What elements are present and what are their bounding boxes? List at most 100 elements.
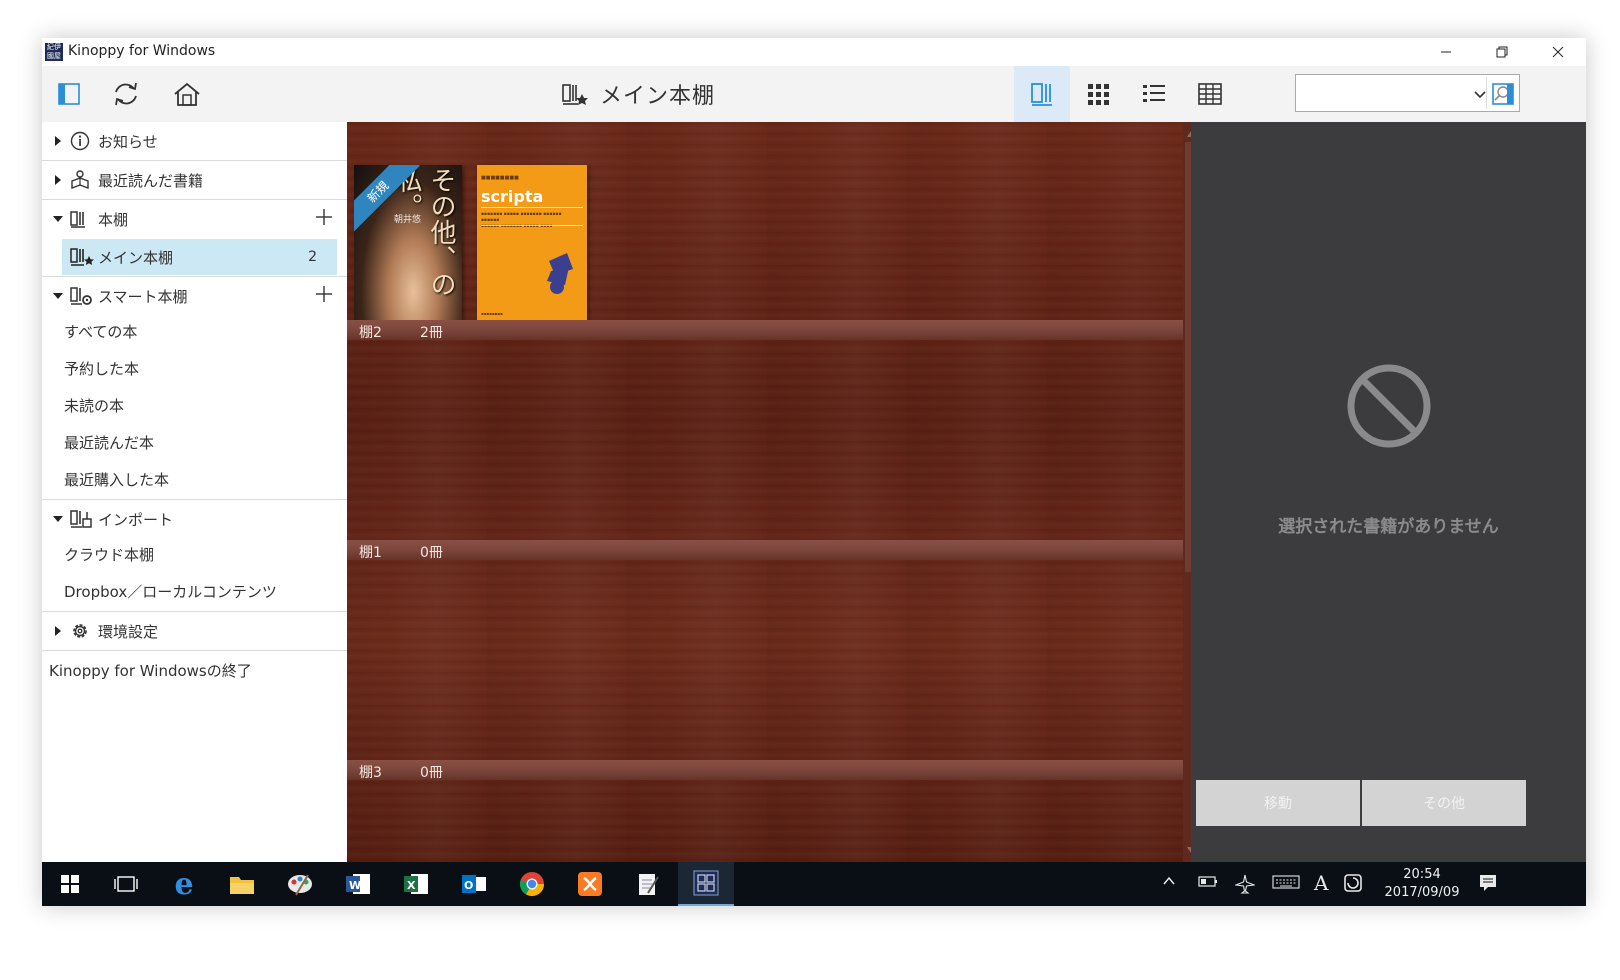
xampp-icon [578, 872, 602, 896]
shelf-star-icon [70, 247, 94, 267]
svg-text:O: O [464, 879, 473, 892]
sidebar-item-reserved-books[interactable]: 予約した本 [64, 350, 347, 386]
sidebar-item-dropbox-local[interactable]: Dropbox／ローカルコンテンツ [64, 573, 347, 609]
left-panel-icon [58, 83, 80, 105]
book-detail-panel: 選択された書籍がありません 移動 その他 [1191, 122, 1586, 862]
table-view-button[interactable] [1182, 66, 1238, 122]
paint-palette-icon [288, 874, 312, 896]
sidebar-item-label: Kinoppy for Windowsの終了 [49, 661, 252, 680]
notepad-icon [639, 874, 659, 895]
other-button[interactable]: その他 [1362, 780, 1526, 826]
grid-view-button[interactable] [1070, 66, 1126, 122]
shelf-plank [347, 760, 1183, 780]
keyboard-icon[interactable] [1272, 874, 1300, 894]
bookshelf-area: その他、の私。 朝井悠 新規 ■■■■■■■■ scripta ▪▪▪▪▪▪▪ … [347, 122, 1202, 862]
sidebar-item-label: インポート [98, 510, 174, 529]
sidebar-item-all-books[interactable]: すべての本 [64, 313, 347, 349]
svg-text:W: W [349, 879, 361, 892]
sidebar-item-unread-books[interactable]: 未読の本 [64, 387, 347, 423]
sidebar-item-main-shelf[interactable]: メイン本棚 2 [62, 239, 337, 275]
sync-button[interactable] [105, 74, 147, 114]
book-cover[interactable]: ■■■■■■■■ scripta ▪▪▪▪▪▪▪ ▪▪▪▪▪ ▪▪▪▪▪▪▪ ▪… [477, 165, 587, 320]
move-button[interactable]: 移動 [1196, 780, 1360, 826]
sidebar-item-settings[interactable]: 環境設定 [42, 612, 347, 650]
close-button[interactable] [1530, 38, 1586, 66]
battery-icon[interactable] [1198, 874, 1218, 892]
toggle-detail-panel-button[interactable] [1482, 74, 1524, 114]
add-smart-shelf-button[interactable] [315, 285, 333, 307]
taskbar-app-file-explorer[interactable] [214, 862, 270, 906]
clock[interactable]: 20:54 2017/09/09 [1380, 866, 1464, 902]
windows-logo-icon [61, 875, 79, 893]
shelf-view-button[interactable] [1014, 66, 1070, 122]
search-input[interactable] [1302, 81, 1466, 107]
reading-person-icon [70, 170, 96, 190]
title-bar: 紀伊 國屋 Kinoppy for Windows [42, 38, 1586, 66]
sync-icon [115, 82, 137, 106]
taskbar-app-xampp[interactable] [562, 862, 618, 906]
sidebar-item-import[interactable]: インポート [42, 500, 347, 538]
toggle-sidebar-button[interactable] [48, 74, 90, 114]
list-view-icon [1143, 85, 1165, 102]
sidebar-item-label: 環境設定 [98, 622, 159, 641]
taskbar: e W X O A 20:54 2017/09/09 [42, 862, 1586, 906]
taskbar-app-excel[interactable]: X [388, 862, 444, 906]
sidebar-item-label: Dropbox／ローカルコンテンツ [64, 582, 277, 601]
minimize-button[interactable] [1418, 38, 1474, 66]
restore-icon [1496, 46, 1508, 58]
sidebar-item-cloud-shelf[interactable]: クラウド本棚 [64, 536, 347, 572]
sidebar-item-recently-purchased[interactable]: 最近購入した本 [64, 461, 347, 497]
shelf-plank [347, 540, 1183, 560]
minimize-icon [1441, 51, 1451, 53]
action-center-button[interactable] [1478, 873, 1498, 897]
plus-icon [316, 209, 332, 225]
clock-app-icon[interactable] [1344, 874, 1362, 896]
kinoppy-icon [693, 870, 719, 896]
taskbar-app-kinoppy[interactable] [678, 862, 734, 906]
close-icon [1552, 46, 1564, 58]
taskbar-app-outlook[interactable]: O [446, 862, 502, 906]
add-bookshelf-button[interactable] [315, 208, 333, 230]
ime-indicator[interactable]: A [1314, 871, 1328, 895]
bookshelf-icon [70, 210, 96, 228]
expand-arrow-icon [46, 626, 70, 636]
empty-selection-message: 選択された書籍がありません [1278, 517, 1499, 537]
cover-illustration [547, 253, 573, 294]
airplane-mode-icon[interactable] [1233, 874, 1257, 898]
task-view-button[interactable] [98, 862, 154, 906]
exit-app-item[interactable]: Kinoppy for Windowsの終了 [42, 651, 354, 689]
collapse-arrow-icon [46, 515, 70, 523]
window-title: Kinoppy for Windows [68, 43, 216, 59]
notification-icon [1480, 875, 1496, 891]
shelf-name: 棚3 [359, 765, 382, 781]
app-window: 紀伊 國屋 Kinoppy for Windows メイン本棚 お知らせ 最近読… [42, 38, 1586, 906]
list-view-button[interactable] [1126, 66, 1182, 122]
current-shelf-title: メイン本棚 [562, 78, 715, 110]
shelf-book-count: 0冊 [420, 765, 443, 781]
start-button[interactable] [42, 862, 98, 906]
excel-icon: X [404, 874, 428, 894]
taskbar-app-edge[interactable]: e [156, 862, 212, 906]
chevron-up-icon [1163, 876, 1175, 885]
store-button[interactable] [166, 74, 208, 114]
shelf-book-count: 0冊 [420, 545, 443, 561]
sidebar-item-recent-books[interactable]: 最近読んだ書籍 [42, 161, 347, 199]
book-cover[interactable]: その他、の私。 朝井悠 新規 [354, 165, 462, 320]
sidebar-item-recently-read[interactable]: 最近読んだ本 [64, 424, 347, 460]
sidebar-item-label: 最近読んだ本 [64, 433, 155, 452]
expand-arrow-icon [46, 136, 70, 146]
restore-button[interactable] [1474, 38, 1530, 66]
clock-time: 20:54 [1403, 867, 1441, 882]
sidebar-item-label: お知らせ [98, 132, 158, 151]
sidebar-item-notice[interactable]: お知らせ [42, 122, 347, 160]
word-icon: W [346, 874, 370, 894]
toolbar-title-text: メイン本棚 [600, 84, 716, 109]
taskbar-app-notepad[interactable] [620, 862, 676, 906]
sidebar-item-bookshelf[interactable]: 本棚 [42, 200, 347, 238]
info-icon [70, 131, 96, 151]
taskbar-app-word[interactable]: W [330, 862, 386, 906]
taskbar-app-paint[interactable] [272, 862, 328, 906]
taskbar-app-chrome[interactable] [504, 862, 560, 906]
show-hidden-icons-button[interactable] [1162, 874, 1176, 892]
sidebar-item-smart-shelf[interactable]: スマート本棚 [42, 277, 347, 315]
